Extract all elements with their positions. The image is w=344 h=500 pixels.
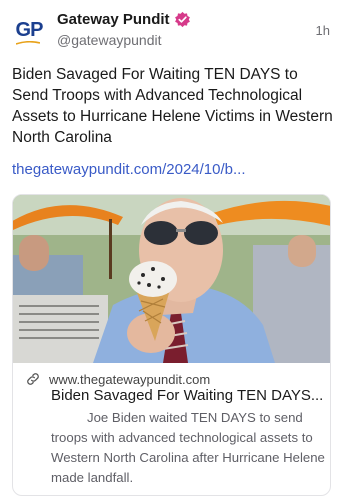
link-preview-card[interactable]: www.thegatewaypundit.com Biden Savaged F… [12,194,331,496]
author-row: Gateway Pundit [57,11,191,28]
card-description: Joe Biden waited TEN DAYS to send troops… [51,410,325,485]
card-domain: www.thegatewaypundit.com [49,371,211,387]
link-icon [27,373,39,385]
gp-logo-icon[interactable]: GP [12,13,46,47]
card-domain-row: www.thegatewaypundit.com [25,371,210,387]
logo-swoosh [16,41,40,45]
post-header: GP Gateway Pundit @gatewaypundit 1h [12,9,332,51]
card-title[interactable]: Biden Savaged For Waiting TEN DAYS... [51,387,329,404]
author-name[interactable]: Gateway Pundit [57,11,170,28]
post-link[interactable]: thegatewaypundit.com/2024/10/b... [12,161,246,178]
avatar-letters: GP [15,18,44,41]
card-image[interactable] [13,195,331,363]
post-timestamp[interactable]: 1h [316,23,330,38]
verified-badge-icon [174,11,190,28]
post-text: Biden Savaged For Waiting TEN DAYS to Se… [12,66,333,146]
author-handle[interactable]: @gatewaypundit [57,32,162,48]
